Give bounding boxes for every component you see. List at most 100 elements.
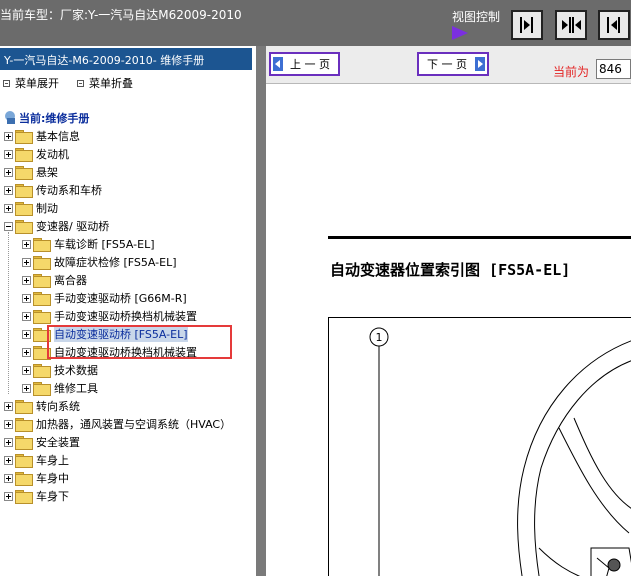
tree-node-label: 维修工具	[54, 382, 98, 395]
tree-node-label: 传动系和车桥	[36, 184, 102, 197]
panel-right-icon	[520, 17, 533, 33]
expand-plus-icon[interactable]	[22, 275, 31, 285]
folder-icon	[15, 202, 33, 216]
tree-node-label: 技术数据	[54, 364, 98, 377]
tree-node[interactable]: 发动机	[4, 146, 69, 162]
next-page-label: 下 一 页	[427, 58, 467, 71]
tree-node[interactable]: 车载诊断 [FS5A-EL]	[22, 236, 155, 252]
tree-node-label: 加热器，通风装置与空调系统（HVAC）	[36, 418, 232, 431]
prev-arrow-icon	[273, 57, 283, 71]
folder-icon	[33, 364, 51, 378]
expand-menu-button[interactable]: 菜单展开	[3, 75, 59, 91]
tree-node-label: 车身上	[36, 454, 69, 467]
tree-node[interactable]: 变速器/ 驱动桥	[4, 218, 109, 234]
collapse-menu-button[interactable]: 菜单折叠	[77, 75, 133, 91]
tree-node[interactable]: 悬架	[4, 164, 58, 180]
tree-node[interactable]: 离合器	[22, 272, 87, 288]
tree-node-label: 车载诊断 [FS5A-EL]	[54, 238, 155, 251]
panel-left-icon	[607, 17, 620, 33]
expand-plus-icon[interactable]	[4, 419, 13, 429]
expand-plus-icon[interactable]	[22, 311, 31, 321]
tree-node-label: 离合器	[54, 274, 87, 287]
panel-splitter[interactable]	[256, 46, 266, 576]
expand-left-panel-button[interactable]	[598, 10, 630, 40]
collapse-icon	[77, 79, 84, 87]
folder-icon	[33, 238, 51, 252]
tree-node[interactable]: 手动变速驱动桥 [G66M-R]	[22, 290, 187, 306]
expand-plus-icon[interactable]	[4, 473, 13, 483]
folder-icon	[15, 220, 33, 234]
tree-node[interactable]: 基本信息	[4, 128, 80, 144]
tree-node-label: 变速器/ 驱动桥	[36, 220, 110, 233]
page-nav-bar: 上 一 页 下 一 页 当前为	[266, 46, 631, 84]
next-page-button[interactable]: 下 一 页	[417, 52, 489, 76]
tree-node[interactable]: 技术数据	[22, 362, 98, 378]
tree-node[interactable]: 制动	[4, 200, 58, 216]
folder-icon	[33, 292, 51, 306]
expand-plus-icon[interactable]	[22, 257, 31, 267]
transmission-drawing: 1	[369, 327, 631, 576]
split-view-button[interactable]	[555, 10, 587, 40]
expand-plus-icon[interactable]	[4, 203, 13, 213]
title-rule	[328, 236, 631, 239]
next-arrow-icon	[475, 57, 485, 71]
expand-menu-label: 菜单展开	[15, 77, 59, 90]
manual-icon	[4, 111, 17, 125]
expand-plus-icon[interactable]	[22, 239, 31, 249]
tree-node-label: 转向系统	[36, 400, 80, 413]
view-control-label: 视图控制	[452, 10, 501, 24]
expand-plus-icon[interactable]	[4, 401, 13, 411]
collapse-minus-icon[interactable]	[4, 221, 13, 231]
tree-node[interactable]: 维修工具	[22, 380, 98, 396]
tree-node[interactable]: 故障症状检修 [FS5A-EL]	[22, 254, 177, 270]
tree-node[interactable]: 传动系和车桥	[4, 182, 102, 198]
tree-node-label: 车身中	[36, 472, 69, 485]
expand-plus-icon[interactable]	[4, 455, 13, 465]
tree-node[interactable]: 安全装置	[4, 434, 80, 450]
tree-node[interactable]: 转向系统	[4, 398, 80, 414]
tree-node[interactable]: 车身下	[4, 488, 69, 504]
tree-node-label: 手动变速驱动桥 [G66M-R]	[54, 292, 187, 305]
prev-page-button[interactable]: 上 一 页	[269, 52, 340, 76]
tree-node[interactable]: 加热器，通风装置与空调系统（HVAC）	[4, 416, 231, 432]
folder-icon	[15, 184, 33, 198]
menu-actions: 菜单展开 菜单折叠	[0, 75, 250, 91]
expand-plus-icon[interactable]	[4, 131, 13, 141]
split-icon	[562, 17, 581, 33]
tree-node[interactable]: 手动变速驱动桥换档机械装置	[22, 308, 197, 324]
tree-node-label: 基本信息	[36, 130, 80, 143]
tree-node-label: 制动	[36, 202, 58, 215]
folder-icon	[15, 400, 33, 414]
expand-plus-icon[interactable]	[4, 491, 13, 501]
tree-node[interactable]: 车身中	[4, 470, 69, 486]
prev-page-label: 上 一 页	[290, 58, 330, 71]
folder-icon	[15, 418, 33, 432]
vehicle-title: 当前车型：厂家:Y-一汽马自达M62009-2010	[0, 8, 242, 22]
tree-node-label: 手动变速驱动桥换档机械装置	[54, 310, 197, 323]
callout-number: 1	[376, 331, 383, 344]
tree-node-label: 车身下	[36, 490, 69, 503]
expand-plus-icon[interactable]	[4, 437, 13, 447]
expand-plus-icon[interactable]	[4, 167, 13, 177]
tree-connector	[8, 232, 9, 394]
tree-node-label: 安全装置	[36, 436, 80, 449]
expand-plus-icon[interactable]	[22, 329, 31, 339]
document-view: 自动变速器位置索引图 [FS5A-EL] 1	[266, 84, 631, 576]
collapse-left-panel-button[interactable]	[511, 10, 543, 40]
collapse-menu-label: 菜单折叠	[89, 77, 133, 90]
folder-icon	[15, 436, 33, 450]
expand-plus-icon[interactable]	[22, 347, 31, 357]
expand-plus-icon[interactable]	[22, 365, 31, 375]
expand-plus-icon[interactable]	[22, 383, 31, 393]
tree-node-label: 悬架	[36, 166, 58, 179]
expand-plus-icon[interactable]	[22, 293, 31, 303]
folder-icon	[33, 274, 51, 288]
current-page-input[interactable]	[596, 59, 631, 79]
folder-icon	[15, 472, 33, 486]
expand-plus-icon[interactable]	[4, 185, 13, 195]
folder-icon	[15, 148, 33, 162]
folder-icon	[15, 490, 33, 504]
expand-plus-icon[interactable]	[4, 149, 13, 159]
expand-icon	[3, 79, 10, 87]
tree-node[interactable]: 车身上	[4, 452, 69, 468]
